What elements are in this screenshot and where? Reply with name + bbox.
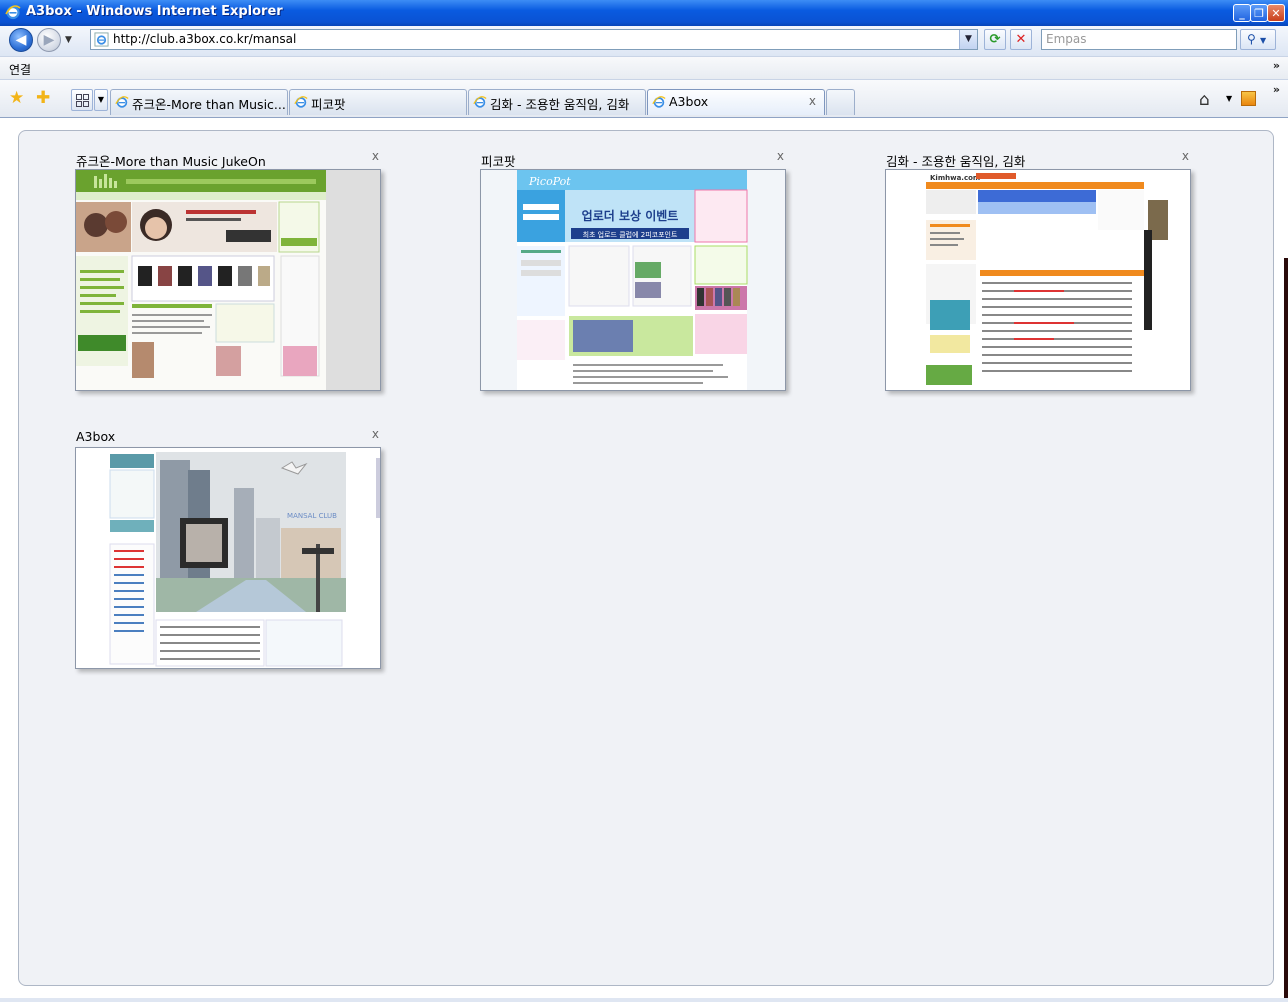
close-quick-tab-icon[interactable]: x [1182, 149, 1189, 163]
tab-bar: ★ ✚ ▼ 쥬크온-More than Music... 피코팟 김화 - 조용… [0, 80, 1288, 118]
tab-a3box[interactable]: A3box x [647, 89, 825, 115]
back-button[interactable]: ◀ [9, 28, 33, 52]
toolbar-overflow-chevron-icon[interactable]: » [1273, 83, 1280, 96]
url-text: http://club.a3box.co.kr/mansal [113, 32, 297, 46]
feeds-icon[interactable] [1241, 91, 1256, 106]
close-window-button[interactable]: ✕ [1267, 4, 1285, 22]
search-icon: ⚲ [1247, 32, 1256, 46]
quick-tab-title: 쥬크온-More than Music JukeOn [76, 154, 266, 169]
links-label: 연결 [9, 63, 32, 77]
window-edge [1284, 258, 1288, 998]
quick-tabs-panel: 쥬크온-More than Music JukeOn x 피코팟 x PicoP… [18, 130, 1274, 986]
window-title: A3box - Windows Internet Explorer [26, 4, 283, 19]
status-bar-edge [0, 998, 1288, 1002]
quick-tab-title: 김화 - 조용한 움직임, 김화 [886, 154, 1026, 169]
search-button[interactable]: ⚲ ▼ [1240, 29, 1276, 50]
page-preview-image: MANSAL CLUB [75, 447, 381, 669]
quick-tabs-view: 쥬크온-More than Music JukeOn x 피코팟 x PicoP… [4, 118, 1288, 1002]
tab-jukeon[interactable]: 쥬크온-More than Music... [110, 89, 288, 115]
close-quick-tab-icon[interactable]: x [372, 427, 379, 441]
history-dropdown-icon[interactable]: ▼ [65, 35, 72, 45]
title-bar: A3box - Windows Internet Explorer _ ❐ ✕ [0, 0, 1288, 26]
picopot-logo: PicoPot [528, 175, 571, 188]
tab-label: 쥬크온-More than Music... [132, 97, 286, 112]
picopot-banner-subtext: 최초 업로드 클럽에 2피코포인트 [583, 230, 678, 239]
home-icon[interactable]: ⌂ [1199, 90, 1210, 110]
quick-tabs-button[interactable] [71, 89, 93, 111]
ie-page-icon [652, 96, 666, 108]
links-overflow-chevron-icon[interactable]: » [1273, 59, 1280, 72]
restore-button[interactable]: ❐ [1250, 4, 1268, 22]
tab-label: 김화 - 조용한 움직임, 김화 [490, 97, 630, 112]
favorites-star-icon[interactable]: ★ [9, 90, 24, 107]
links-bar: 연결 » [0, 56, 1288, 80]
search-input[interactable]: Empas [1041, 29, 1237, 50]
quick-tab-title: A3box [76, 429, 116, 444]
close-tab-icon[interactable]: x [809, 94, 816, 108]
add-favorite-icon[interactable]: ✚ [36, 90, 50, 107]
page-preview-image: Kimhwa.com [885, 169, 1191, 391]
address-field[interactable]: http://club.a3box.co.kr/mansal ▼ [90, 29, 978, 50]
new-tab-button[interactable] [826, 89, 855, 115]
tab-list-dropdown-button[interactable]: ▼ [94, 89, 108, 111]
ie-page-icon [473, 96, 487, 108]
refresh-button[interactable]: ⟳ [984, 29, 1006, 50]
kimhwa-logo: Kimhwa.com [930, 174, 980, 182]
picopot-banner-text: 업로더 보상 이벤트 [582, 208, 679, 223]
page-icon [94, 32, 109, 47]
tab-picopot[interactable]: 피코팟 [289, 89, 467, 115]
ie-logo-icon [5, 5, 21, 20]
tab-kimhwa[interactable]: 김화 - 조용한 움직임, 김화 [468, 89, 646, 115]
page-preview-image: PicoPot 업로더 보상 이벤트 최초 업로드 클럽에 2피코포인트 [480, 169, 786, 391]
tab-label: A3box [669, 94, 709, 109]
forward-button[interactable]: ▶ [37, 28, 61, 52]
close-quick-tab-icon[interactable]: x [372, 149, 379, 163]
address-dropdown-button[interactable]: ▼ [959, 30, 977, 49]
stop-button[interactable]: ✕ [1010, 29, 1032, 50]
minimize-button[interactable]: _ [1233, 4, 1251, 22]
ie-page-icon [115, 96, 129, 108]
ie-page-icon [294, 96, 308, 108]
a3box-logo: MANSAL CLUB [287, 512, 337, 520]
home-dropdown-icon[interactable]: ▼ [1226, 94, 1232, 103]
page-preview-image [75, 169, 381, 391]
quick-tab-title: 피코팟 [481, 154, 516, 169]
address-toolbar: ◀ ▶ ▼ http://club.a3box.co.kr/mansal ▼ ⟳… [0, 26, 1288, 56]
close-quick-tab-icon[interactable]: x [777, 149, 784, 163]
tab-label: 피코팟 [311, 97, 346, 112]
